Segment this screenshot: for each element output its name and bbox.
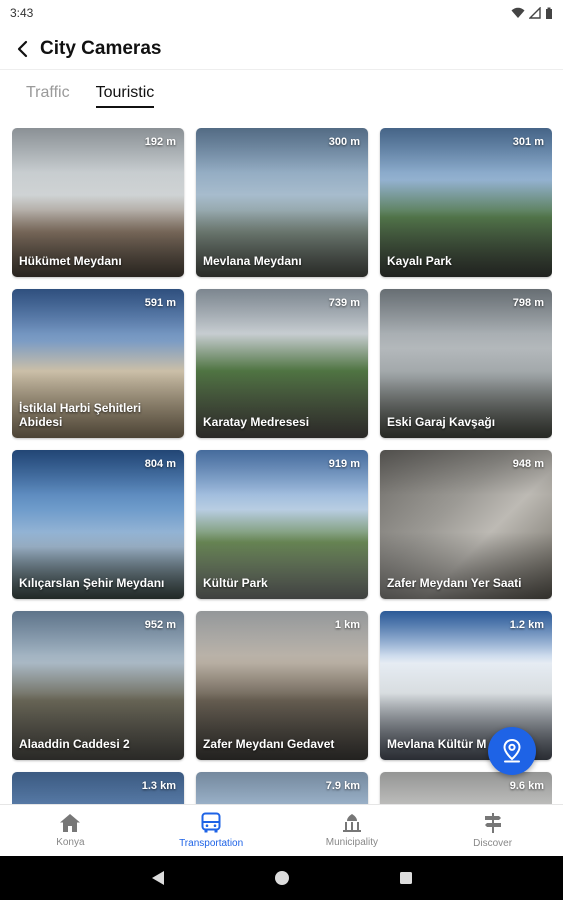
camera-name: Karatay Medresesi (203, 415, 310, 429)
camera-name: Kayalı Park (387, 254, 452, 268)
camera-distance: 192 m (144, 136, 176, 148)
nav-item-konya[interactable]: Konya (0, 805, 141, 856)
nav-item-discover[interactable]: Discover (422, 805, 563, 856)
camera-distance: 948 m (512, 458, 544, 470)
system-recents-button[interactable] (394, 866, 418, 890)
camera-distance: 1.3 km (141, 780, 176, 792)
camera-name: Hükümet Meydanı (19, 254, 122, 268)
location-pin-icon (503, 738, 521, 763)
camera-card[interactable]: 1 km Zafer Meydanı Gedavet (196, 611, 368, 760)
nav-label: Discover (473, 838, 513, 849)
system-back-button[interactable] (146, 866, 170, 890)
camera-distance: 9.6 km (509, 780, 544, 792)
nav-label: Konya (56, 837, 85, 848)
camera-distance: 952 m (144, 619, 176, 631)
wifi-icon (511, 7, 525, 18)
triangle-back-icon (151, 871, 164, 885)
camera-distance: 804 m (144, 458, 176, 470)
camera-name: Eski Garaj Kavşağı (387, 415, 496, 429)
camera-card[interactable]: 300 m Mevlana Meydanı (196, 128, 368, 277)
camera-card[interactable]: 919 m Kültür Park (196, 450, 368, 599)
bottom-navigation: Konya Transportation Municipality Discov… (0, 804, 563, 856)
camera-distance: 919 m (328, 458, 360, 470)
camera-grid: 192 m Hükümet Meydanı 300 m Mevlana Meyd… (12, 128, 552, 804)
camera-distance: 798 m (512, 297, 544, 309)
camera-name: Kültür Park (203, 576, 268, 590)
page-title: City Cameras (40, 37, 162, 59)
camera-distance: 300 m (328, 136, 360, 148)
municipality-icon (342, 814, 361, 832)
home-icon (60, 814, 81, 832)
camera-card[interactable]: 301 m Kayalı Park (380, 128, 552, 277)
camera-distance: 591 m (144, 297, 176, 309)
arrow-left-icon (17, 40, 28, 57)
signal-icon (529, 7, 541, 19)
camera-name: Alaaddin Caddesi 2 (19, 737, 130, 751)
camera-card[interactable]: 1.3 km (12, 772, 184, 804)
system-navigation-bar (0, 856, 563, 900)
camera-name: Mevlana Meydanı (203, 254, 302, 268)
battery-icon (546, 7, 552, 19)
status-bar: 3:43 (0, 0, 563, 26)
status-icons (511, 7, 553, 20)
camera-distance: 301 m (512, 136, 544, 148)
status-time: 3:43 (10, 6, 34, 20)
camera-name: İstiklal Harbi Şehitleri Abidesi (19, 401, 142, 429)
camera-name: Kılıçarslan Şehir Meydanı (19, 576, 165, 590)
camera-card[interactable]: 7.9 km (196, 772, 368, 804)
back-button[interactable] (6, 32, 40, 66)
nav-item-transportation[interactable]: Transportation (141, 805, 282, 856)
camera-distance: 1 km (334, 619, 360, 631)
tab-bar: Traffic Touristic (26, 80, 154, 110)
camera-card[interactable]: 804 m Kılıçarslan Şehir Meydanı (12, 450, 184, 599)
camera-card[interactable]: 591 m İstiklal Harbi Şehitleri Abidesi (12, 289, 184, 438)
camera-card[interactable]: 952 m Alaaddin Caddesi 2 (12, 611, 184, 760)
square-recents-icon (399, 872, 412, 884)
camera-card[interactable]: 798 m Eski Garaj Kavşağı (380, 289, 552, 438)
camera-card[interactable]: 192 m Hükümet Meydanı (12, 128, 184, 277)
map-location-button[interactable] (488, 727, 536, 775)
camera-name: Zafer Meydanı Yer Saati (387, 576, 522, 590)
tab-traffic[interactable]: Traffic (26, 80, 70, 106)
nav-item-municipality[interactable]: Municipality (282, 805, 423, 856)
nav-label: Municipality (325, 837, 378, 848)
circle-home-icon (274, 871, 289, 885)
tab-touristic[interactable]: Touristic (95, 80, 154, 108)
signpost-icon (484, 813, 501, 833)
camera-card[interactable]: 739 m Karatay Medresesi (196, 289, 368, 438)
bus-icon (201, 812, 221, 833)
app-bar: City Cameras (0, 28, 563, 70)
camera-card[interactable]: 9.6 km (380, 772, 552, 804)
camera-distance: 739 m (328, 297, 360, 309)
nav-label: Transportation (179, 838, 244, 849)
camera-distance: 1.2 km (509, 619, 544, 631)
system-home-button[interactable] (270, 866, 294, 890)
camera-card[interactable]: 948 m Zafer Meydanı Yer Saati (380, 450, 552, 599)
camera-name: Zafer Meydanı Gedavet (203, 737, 335, 751)
camera-distance: 7.9 km (325, 780, 360, 792)
